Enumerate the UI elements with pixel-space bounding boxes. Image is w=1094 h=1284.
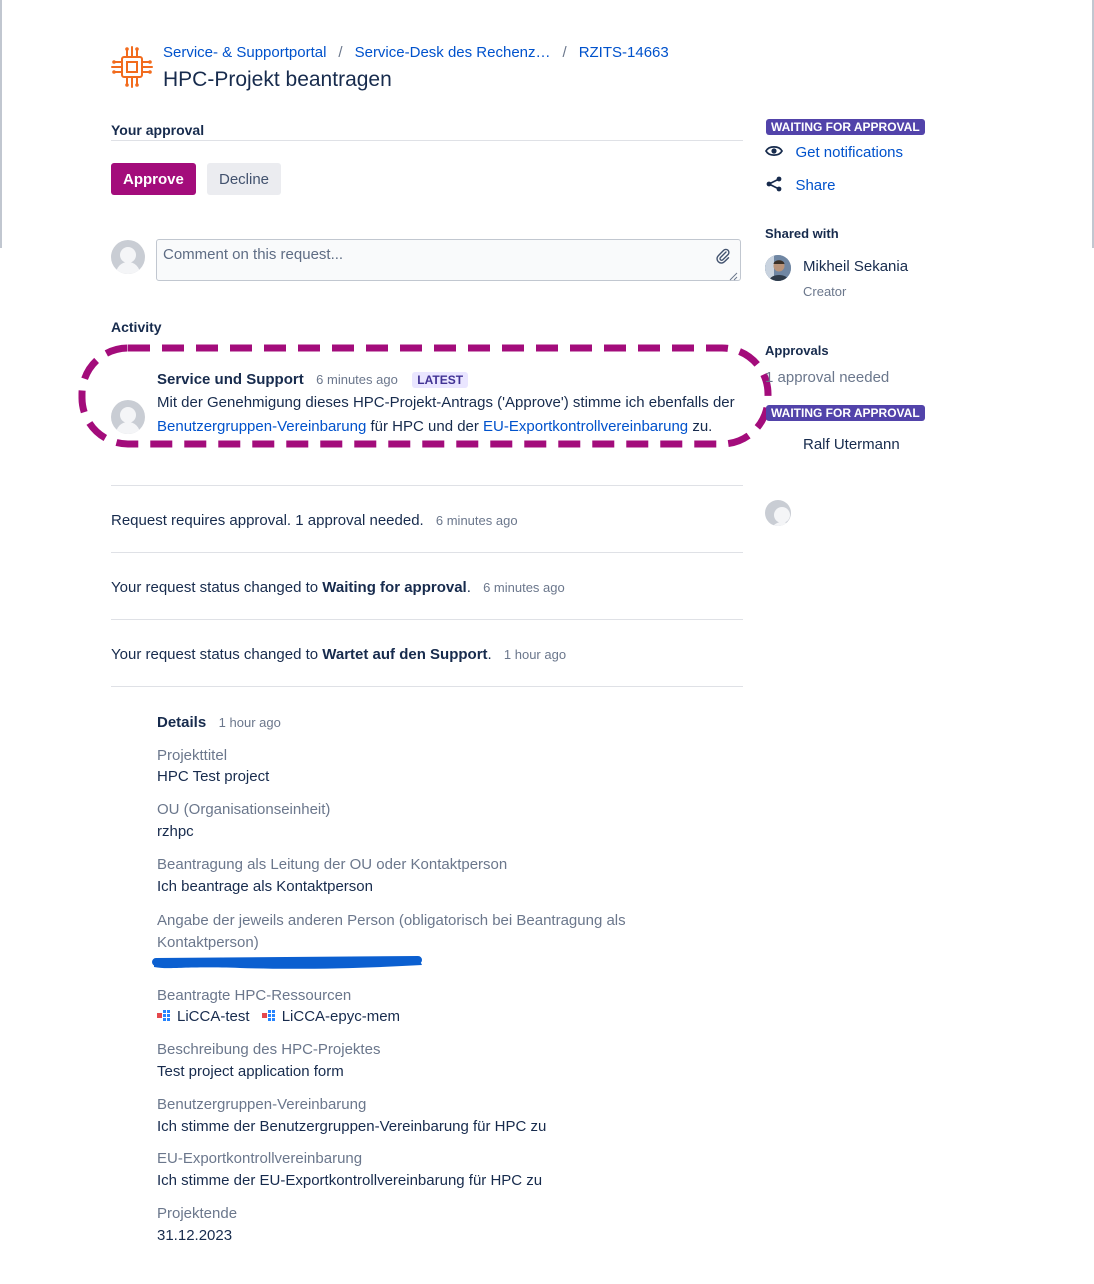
event-text: Your request status changed to xyxy=(111,579,323,596)
window-edge-left xyxy=(0,0,2,248)
activity-divider xyxy=(111,619,743,620)
field-label: Projektende xyxy=(157,1205,238,1222)
approvals-needed: 1 approval needed xyxy=(765,369,890,386)
redaction-scribble xyxy=(152,956,422,969)
chip-logo-icon xyxy=(110,45,154,89)
field-label: Beschreibung des HPC-Projektes xyxy=(157,1041,381,1058)
resource-item: LiCCA-test xyxy=(157,1008,254,1025)
activity-latest-header: Service und Support 6 minutes ago LATEST xyxy=(157,371,469,389)
field-label: Beantragung als Leitung der OU oder Kont… xyxy=(157,856,508,873)
eye-icon xyxy=(764,145,784,157)
approve-button[interactable]: Approve xyxy=(111,163,196,195)
shared-person-role: Creator xyxy=(803,284,847,299)
activity-text-middle: für HPC und der xyxy=(366,418,484,435)
event-text: Your request status changed to xyxy=(111,646,323,663)
author-avatar xyxy=(111,400,145,434)
activity-divider xyxy=(111,686,743,687)
resource-cube-icon xyxy=(261,1010,275,1021)
field-value: Test project application form xyxy=(157,1063,344,1080)
decline-button[interactable]: Decline xyxy=(207,163,282,195)
field-label: EU-Exportkontrollvereinbarung xyxy=(157,1150,363,1167)
current-user-avatar xyxy=(111,240,145,274)
activity-divider xyxy=(111,552,743,553)
activity-divider xyxy=(111,485,743,486)
activity-event: Your request status changed to Waiting f… xyxy=(111,579,565,596)
comment-field[interactable] xyxy=(156,239,741,290)
field-value: HPC Test project xyxy=(157,768,270,785)
details-heading: Details xyxy=(157,714,207,731)
share-button[interactable]: Share xyxy=(765,176,835,195)
resize-handle-icon[interactable] xyxy=(728,268,738,281)
activity-latest-body: Mit der Genehmigung dieses HPC-Projekt-A… xyxy=(157,391,747,439)
breadcrumb-service-desk-link[interactable]: Service-Desk des Rechenz… xyxy=(355,44,551,61)
breadcrumb-portal-link[interactable]: Service- & Supportportal xyxy=(163,44,326,61)
activity-event: Your request status changed to Wartet au… xyxy=(111,646,566,663)
benutzergruppen-link[interactable]: Benutzergruppen-Vereinbarung xyxy=(157,418,366,435)
details-header: Details 1 hour ago xyxy=(157,714,281,732)
event-suffix: . xyxy=(466,579,471,596)
breadcrumb: Service- & Supportportal / Service-Desk … xyxy=(163,44,669,61)
breadcrumb-separator: / xyxy=(562,44,567,61)
field-value: rzhpc xyxy=(157,823,194,840)
approvals-heading: Approvals xyxy=(765,343,829,358)
field-value: Ich beantrage als Kontaktperson xyxy=(157,878,373,895)
field-value: Ich stimme der EU-Exportkontrollvereinba… xyxy=(157,1172,543,1189)
resource-item: LiCCA-epyc-mem xyxy=(261,1008,401,1025)
breadcrumb-separator: / xyxy=(338,44,343,61)
approver-avatar xyxy=(765,500,791,526)
paperclip-icon[interactable] xyxy=(716,248,730,268)
event-time: 6 minutes ago xyxy=(483,580,565,595)
get-notifications-button[interactable]: Get notifications xyxy=(764,143,903,162)
approver-name: Ralf Utermann xyxy=(803,436,900,453)
activity-event: Request requires approval. 1 approval ne… xyxy=(111,512,518,529)
field-value: Ich stimme der Benutzergruppen-Vereinbar… xyxy=(157,1118,547,1135)
field-label: Benutzergruppen-Vereinbarung xyxy=(157,1096,367,1113)
event-suffix: . xyxy=(487,646,492,663)
details-time: 1 hour ago xyxy=(218,715,281,730)
field-label: OU (Organisationseinheit) xyxy=(157,801,331,818)
shared-person-name: Mikheil Sekania xyxy=(803,258,909,275)
resource-label: LiCCA-epyc-mem xyxy=(281,1008,401,1025)
approval-heading: Your approval xyxy=(111,122,205,138)
status-badge: WAITING FOR APPROVAL xyxy=(766,119,925,135)
event-text: Request requires approval. 1 approval ne… xyxy=(111,512,424,529)
field-label: Beantragte HPC-Ressourcen xyxy=(157,987,352,1004)
activity-text-before: Mit der Genehmigung dieses HPC-Projekt-A… xyxy=(157,394,735,411)
approval-divider xyxy=(111,140,743,141)
activity-time: 6 minutes ago xyxy=(316,372,398,387)
resource-label: LiCCA-test xyxy=(177,1008,250,1025)
eu-export-link[interactable]: EU-Exportkontrollvereinbarung xyxy=(483,418,688,435)
latest-badge: LATEST xyxy=(412,372,469,388)
breadcrumb-issue-key-link[interactable]: RZITS-14663 xyxy=(579,44,669,61)
event-status: Waiting for approval xyxy=(322,579,467,596)
activity-heading: Activity xyxy=(111,319,162,335)
event-status: Wartet auf den Support xyxy=(322,646,488,663)
approval-status-badge: WAITING FOR APPROVAL xyxy=(766,405,925,421)
avatar xyxy=(765,255,791,281)
event-time: 6 minutes ago xyxy=(435,513,518,528)
get-notifications-label[interactable]: Get notifications xyxy=(795,144,903,161)
share-icon xyxy=(766,176,782,192)
share-label[interactable]: Share xyxy=(795,177,835,194)
field-label: Angabe der jeweils anderen Person (oblig… xyxy=(157,912,626,951)
page-title: HPC-Projekt beantragen xyxy=(163,68,392,91)
resource-list: LiCCA-test LiCCA-epyc-mem xyxy=(157,1008,400,1025)
field-value: 31.12.2023 xyxy=(157,1227,233,1244)
field-label: Projekttitel xyxy=(157,747,228,764)
activity-text-after: zu. xyxy=(688,418,713,435)
comment-input[interactable] xyxy=(157,240,709,290)
event-time: 1 hour ago xyxy=(503,647,567,662)
resource-cube-icon xyxy=(157,1010,170,1021)
shared-with-heading: Shared with xyxy=(765,226,839,241)
activity-author: Service und Support xyxy=(157,371,304,388)
